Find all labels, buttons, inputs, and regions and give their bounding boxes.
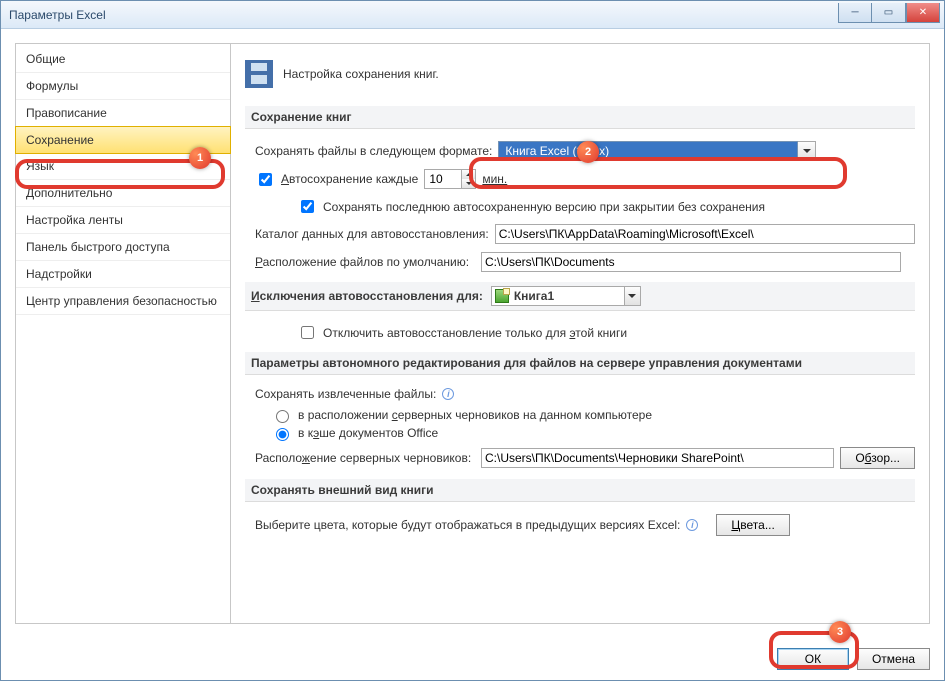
- colors-button[interactable]: Цвета...: [716, 514, 789, 536]
- exceptions-heading: Исключения автовосстановления для:: [251, 289, 483, 303]
- excel-options-dialog: Параметры Excel ─ ▭ ✕ Общие Формулы Прав…: [0, 0, 945, 681]
- info-icon[interactable]: i: [686, 519, 698, 531]
- server-drafts-dir-input[interactable]: [481, 448, 834, 468]
- sidebar-item-formulas[interactable]: Формулы: [16, 73, 230, 100]
- save-extracted-label: Сохранять извлеченные файлы:: [255, 387, 436, 401]
- autosave-interval-input[interactable]: [425, 170, 461, 188]
- option-server-drafts-label: в расположении серверных черновиков на д…: [298, 408, 652, 422]
- spinner-up[interactable]: [461, 170, 475, 179]
- arrow-down-icon: [466, 182, 472, 185]
- save-icon: [245, 60, 273, 88]
- exceptions-book-value: Книга1: [514, 289, 619, 303]
- option-office-cache-radio[interactable]: [276, 428, 289, 441]
- default-dir-input[interactable]: [481, 252, 901, 272]
- disable-autorecover-label: Отключить автовосстановление только для …: [323, 326, 627, 340]
- colors-label: Выберите цвета, которые будут отображать…: [255, 518, 680, 532]
- ok-button[interactable]: ОК: [777, 648, 849, 670]
- dialog-body: Общие Формулы Правописание Сохранение Яз…: [1, 29, 944, 638]
- spinner-down[interactable]: [461, 179, 475, 188]
- minimize-button[interactable]: ─: [838, 3, 872, 23]
- save-format-label: Сохранять файлы в следующем формате:: [255, 144, 492, 158]
- autosave-unit: мин.: [482, 172, 507, 186]
- page-subtitle: Настройка сохранения книг.: [283, 67, 439, 81]
- save-format-combo[interactable]: Книга Excel (*.xlsx): [498, 141, 816, 161]
- close-button[interactable]: ✕: [906, 3, 940, 23]
- sidebar-item-addins[interactable]: Надстройки: [16, 261, 230, 288]
- keep-last-autosave-label: Сохранять последнюю автосохраненную верс…: [323, 200, 765, 214]
- save-format-dropdown-button[interactable]: [798, 141, 816, 161]
- browse-button[interactable]: Обзор...: [840, 447, 915, 469]
- titlebar: Параметры Excel ─ ▭ ✕: [1, 1, 944, 29]
- sidebar-item-general[interactable]: Общие: [16, 46, 230, 73]
- arrow-up-icon: [466, 173, 472, 176]
- group-book-appearance: Сохранять внешний вид книги: [245, 479, 915, 502]
- maximize-button[interactable]: ▭: [872, 3, 906, 23]
- callout-badge-3: 3: [829, 621, 851, 643]
- group-save-books: Сохранение книг: [245, 106, 915, 129]
- chevron-down-icon: [803, 149, 811, 153]
- default-dir-label: Расположение файлов по умолчанию:: [255, 255, 475, 269]
- cancel-button[interactable]: Отмена: [857, 648, 930, 670]
- sidebar-item-trust-center[interactable]: Центр управления безопасностью: [16, 288, 230, 315]
- keep-last-autosave-checkbox[interactable]: [301, 200, 314, 213]
- window-title: Параметры Excel: [9, 8, 838, 22]
- callout-badge-1: 1: [189, 147, 211, 169]
- main-panel: Настройка сохранения книг. Сохранение кн…: [231, 43, 930, 624]
- sidebar-item-proofing[interactable]: Правописание: [16, 100, 230, 127]
- autorecover-dir-label: Каталог данных для автовосстановления:: [255, 227, 489, 241]
- autosave-label: ААвтосохранение каждыевтосохранение кажд…: [281, 172, 418, 186]
- category-sidebar: Общие Формулы Правописание Сохранение Яз…: [15, 43, 231, 624]
- exceptions-book-dropdown[interactable]: [624, 287, 640, 305]
- page-header: Настройка сохранения книг.: [245, 54, 915, 100]
- sidebar-item-quick-access[interactable]: Панель быстрого доступа: [16, 234, 230, 261]
- exceptions-book-select[interactable]: Книга1: [491, 286, 641, 306]
- chevron-down-icon: [628, 294, 636, 298]
- server-drafts-dir-label: Расположение серверных черновиков:: [255, 451, 475, 465]
- info-icon[interactable]: i: [442, 388, 454, 400]
- disable-autorecover-checkbox[interactable]: [301, 326, 314, 339]
- autorecover-dir-input[interactable]: [495, 224, 915, 244]
- dialog-footer: ОК Отмена: [1, 638, 944, 680]
- workbook-icon: [495, 289, 509, 303]
- sidebar-item-advanced[interactable]: Дополнительно: [16, 180, 230, 207]
- group-autorecover-exceptions: Исключения автовосстановления для: Книга…: [245, 282, 915, 311]
- sidebar-item-customize-ribbon[interactable]: Настройка ленты: [16, 207, 230, 234]
- group-offline-editing: Параметры автономного редактирования для…: [245, 352, 915, 375]
- autosave-checkbox[interactable]: [259, 173, 272, 186]
- autosave-interval-spinner[interactable]: [424, 169, 476, 189]
- option-server-drafts-radio[interactable]: [276, 410, 289, 423]
- option-office-cache-label: в кэше документов Office: [298, 426, 438, 440]
- save-format-value[interactable]: Книга Excel (*.xlsx): [498, 141, 798, 161]
- callout-badge-2: 2: [577, 141, 599, 163]
